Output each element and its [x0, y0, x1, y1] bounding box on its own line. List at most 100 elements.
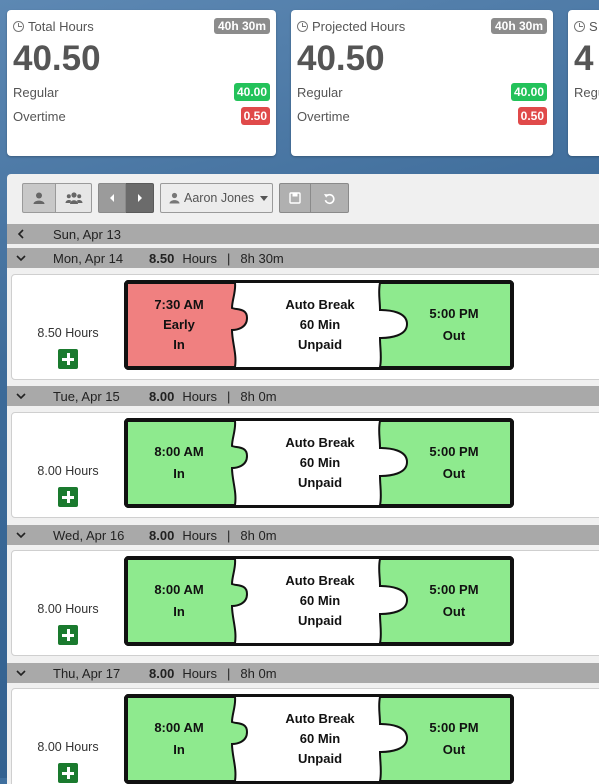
- previous-period-button[interactable]: [98, 183, 126, 213]
- break-duration: 60 Min: [299, 455, 341, 470]
- auto-break-segment[interactable]: Auto Break 60 Min Unpaid: [246, 694, 394, 784]
- punch-strip: 8:00 AM In Auto Break 60 Min Unpaid 5:00…: [124, 556, 514, 646]
- undo-button[interactable]: [311, 183, 349, 213]
- day-row-thu-apr-17: 8.00 Hours 8:00 AM In Auto Break 60 Min …: [11, 688, 599, 784]
- day-duration: 8h 0m: [240, 527, 277, 543]
- scheduled-hours-value: 4: [574, 39, 594, 78]
- break-paid-status: Unpaid: [297, 613, 343, 628]
- punch-strip: 8:00 AM In Auto Break 60 Min Unpaid 5:00…: [124, 694, 514, 784]
- break-title: Auto Break: [285, 573, 355, 588]
- group-view-button[interactable]: [56, 183, 92, 213]
- day-hours: 8.00: [149, 665, 175, 681]
- day-header-sun-apr-13[interactable]: Sun, Apr 13: [7, 224, 599, 244]
- card-title: Projected Hours: [312, 18, 406, 34]
- day-header-tue-apr-15[interactable]: Tue, Apr 15 8.00 Hours | 8h 0m: [7, 386, 599, 406]
- punch-strip: 7:30 AM Early In Auto Break 60 Min Unpai…: [124, 280, 514, 370]
- employee-select[interactable]: Aaron Jones: [160, 183, 273, 213]
- clock-icon: [574, 20, 585, 32]
- in-label: In: [173, 742, 185, 757]
- view-toggle-group: [22, 183, 92, 213]
- day-header-mon-apr-14[interactable]: Mon, Apr 14 8.50 Hours | 8h 30m: [7, 248, 599, 268]
- day-hours: 8.50: [149, 250, 175, 266]
- out-label: Out: [442, 466, 466, 481]
- period-nav-group: [98, 183, 154, 213]
- add-punch-button[interactable]: [58, 625, 78, 645]
- break-paid-status: Unpaid: [297, 751, 343, 766]
- day-date: Sun, Apr 13: [53, 226, 121, 242]
- out-time: 5:00 PM: [429, 582, 479, 597]
- in-time: 8:00 AM: [154, 582, 204, 597]
- chevron-left-icon: [17, 229, 24, 239]
- day-hours: 8.00: [149, 527, 175, 543]
- day-duration: 8h 0m: [240, 665, 277, 681]
- day-hours-label: Hours: [182, 665, 217, 681]
- chevron-down-icon: [16, 670, 26, 677]
- single-employee-view-button[interactable]: [22, 183, 56, 213]
- day-date: Mon, Apr 14: [53, 250, 124, 266]
- out-time: 5:00 PM: [429, 306, 479, 321]
- day-duration: 8h 30m: [240, 250, 284, 266]
- break-paid-status: Unpaid: [297, 475, 343, 490]
- total-hours-card: Total Hours 40h 30m 40.50 Regular 40.00 O…: [7, 10, 276, 156]
- auto-break-segment[interactable]: Auto Break 60 Min Unpaid: [246, 280, 394, 370]
- out-time: 5:00 PM: [429, 444, 479, 459]
- total-hours-value: 40.50: [13, 39, 101, 78]
- projected-hours-card: Projected Hours 40h 30m 40.50 Regular 40.…: [291, 10, 553, 156]
- in-label: In: [173, 337, 185, 352]
- overtime-label: Overtime: [297, 108, 350, 124]
- day-row-tue-apr-15: 8.00 Hours 8:00 AM In Auto Break 60 Min …: [11, 412, 599, 518]
- break-duration: 60 Min: [299, 317, 341, 332]
- header-separator: |: [227, 250, 231, 266]
- day-hours-label: Hours: [182, 527, 217, 543]
- overtime-value-badge: 0.50: [240, 107, 270, 125]
- save-button[interactable]: [279, 183, 311, 213]
- day-hours: 8.00: [149, 388, 175, 404]
- day-header-thu-apr-17[interactable]: Thu, Apr 17 8.00 Hours | 8h 0m: [7, 663, 599, 683]
- clock-icon: [297, 20, 308, 32]
- timecard-panel: Aaron Jones Sun, Apr 13 Mon, Apr 14 8.50…: [7, 174, 599, 784]
- auto-break-segment[interactable]: Auto Break 60 Min Unpaid: [246, 418, 394, 508]
- employee-name: Aaron Jones: [184, 191, 255, 205]
- out-label: Out: [442, 742, 466, 757]
- in-note: Early: [163, 317, 195, 332]
- break-title: Auto Break: [285, 297, 355, 312]
- day-header-wed-apr-16[interactable]: Wed, Apr 16 8.00 Hours | 8h 0m: [7, 525, 599, 545]
- regular-value-badge: 40.00: [233, 83, 270, 101]
- day-total-label: 8.00 Hours: [37, 602, 99, 616]
- day-hours-label: Hours: [182, 388, 217, 404]
- users-group-icon: [65, 192, 82, 204]
- day-row-mon-apr-14: 8.50 Hours 7:30 AM Early In Auto Break 6…: [11, 274, 599, 380]
- in-time: 7:30 AM: [154, 297, 204, 312]
- add-punch-button[interactable]: [58, 349, 78, 369]
- out-time: 5:00 PM: [429, 720, 479, 735]
- add-punch-button[interactable]: [58, 487, 78, 507]
- user-icon: [169, 192, 180, 204]
- in-label: In: [173, 604, 185, 619]
- break-duration: 60 Min: [299, 731, 341, 746]
- break-paid-status: Unpaid: [297, 337, 343, 352]
- out-label: Out: [442, 604, 466, 619]
- next-period-button[interactable]: [126, 183, 154, 213]
- break-title: Auto Break: [285, 711, 355, 726]
- actions-group: [279, 183, 349, 213]
- regular-label: Regular: [13, 84, 59, 100]
- day-total-label: 8.50 Hours: [37, 326, 99, 340]
- caret-right-icon: [137, 194, 142, 202]
- projected-hours-value: 40.50: [297, 39, 385, 78]
- in-time: 8:00 AM: [154, 720, 204, 735]
- day-total-label: 8.00 Hours: [37, 740, 99, 754]
- auto-break-segment[interactable]: Auto Break 60 Min Unpaid: [246, 556, 394, 646]
- user-icon: [33, 192, 45, 204]
- caret-left-icon: [110, 194, 114, 202]
- day-duration: 8h 0m: [240, 388, 277, 404]
- chevron-down-icon: [16, 532, 26, 539]
- header-separator: |: [227, 527, 231, 543]
- overtime-value-badge: 0.50: [517, 107, 547, 125]
- add-punch-button[interactable]: [58, 763, 78, 783]
- punch-strip: 8:00 AM In Auto Break 60 Min Unpaid 5:00…: [124, 418, 514, 508]
- in-label: In: [173, 466, 185, 481]
- out-label: Out: [442, 328, 466, 343]
- toolbar: Aaron Jones: [7, 174, 599, 222]
- chevron-down-icon: [16, 393, 26, 400]
- header-separator: |: [227, 665, 231, 681]
